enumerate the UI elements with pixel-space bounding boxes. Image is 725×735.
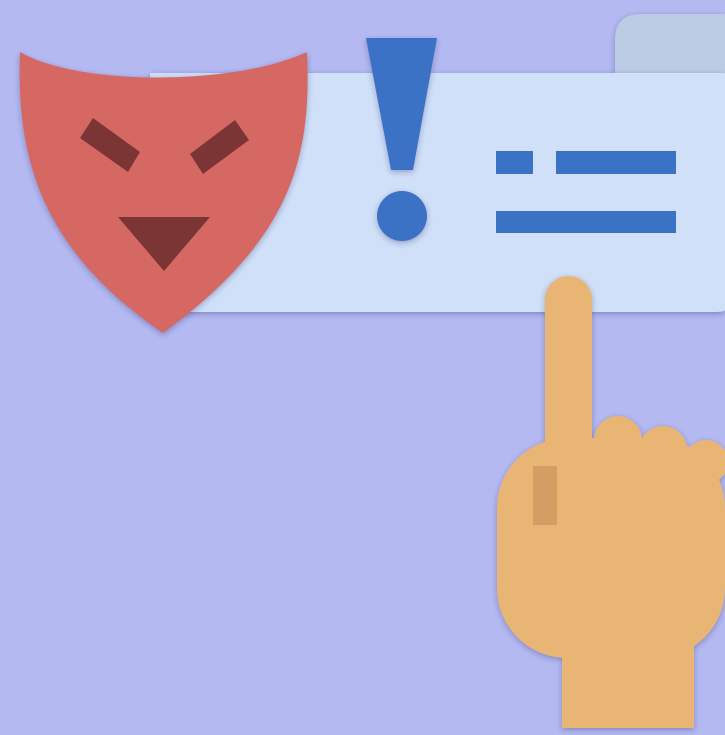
exclamation-dot (377, 191, 427, 241)
hand-knuckle-2 (639, 426, 687, 474)
hand-knuckle-1 (594, 416, 642, 464)
text-line-1-short (496, 151, 533, 174)
phishing-warning-illustration (0, 0, 725, 735)
hand-thumb-shade (533, 466, 557, 525)
text-line-2 (496, 211, 676, 233)
text-line-1-long (556, 151, 676, 174)
illustration-canvas (0, 0, 725, 735)
